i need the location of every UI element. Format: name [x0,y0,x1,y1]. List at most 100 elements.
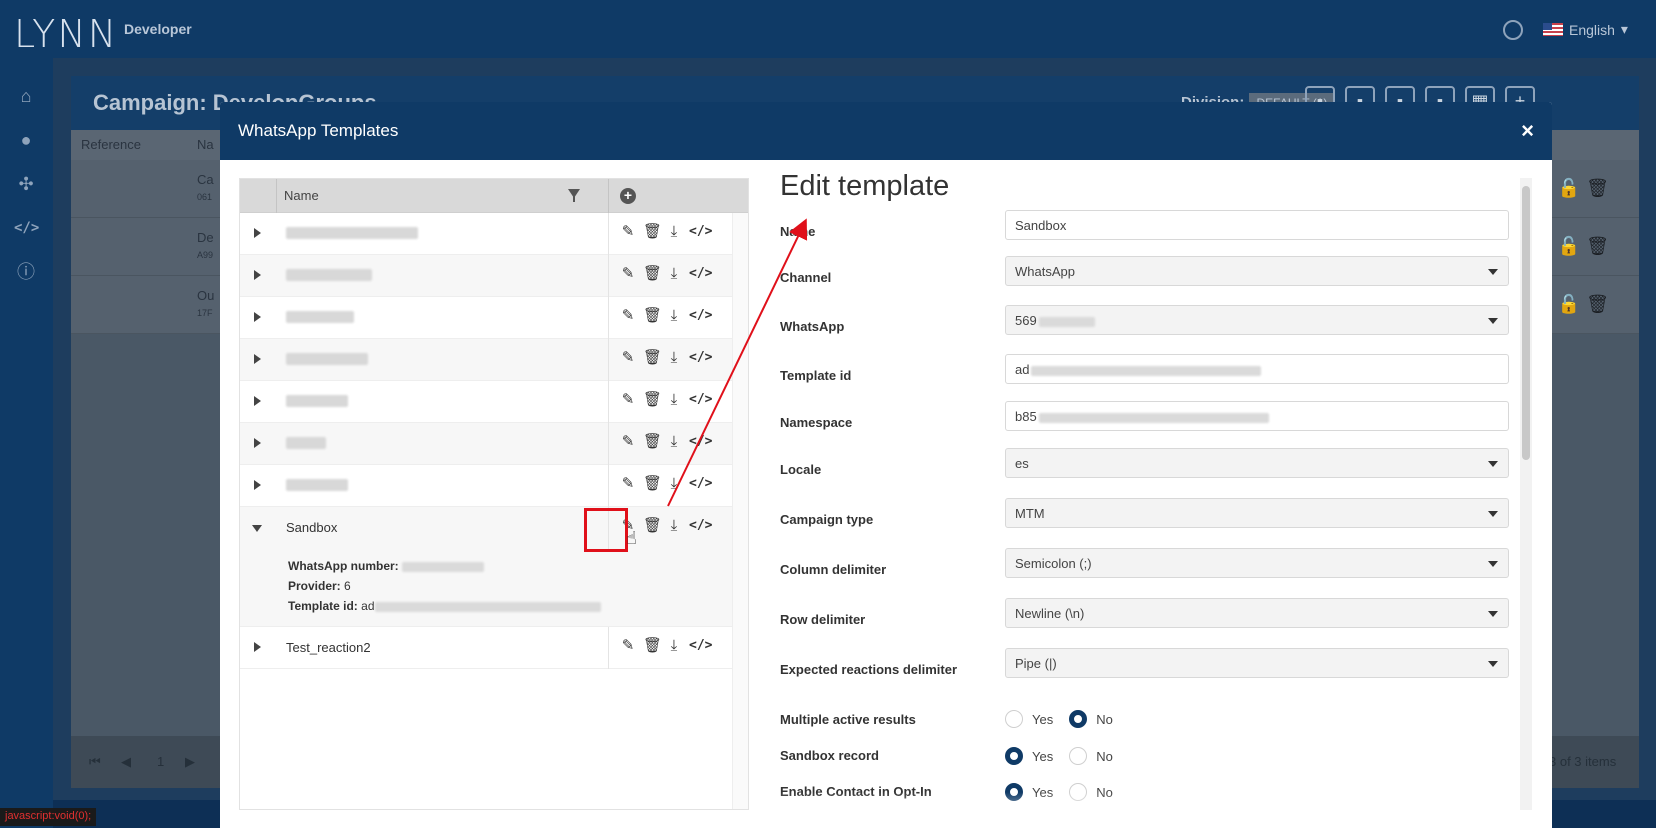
list-scrollbar[interactable] [732,213,748,809]
edit-icon[interactable]: ✎ [620,391,636,409]
form-title: Edit template [780,170,950,202]
close-icon[interactable]: × [1521,118,1534,144]
sandbox-yes-radio[interactable] [1005,747,1023,765]
download-icon[interactable]: ⤓ [666,475,682,493]
modal-header: WhatsApp Templates × [220,102,1552,160]
name-field[interactable]: Sandbox [1005,210,1509,240]
row-delimiter-select[interactable]: Newline (\n) [1005,598,1509,628]
code-icon[interactable]: </> [689,223,712,241]
download-icon[interactable]: ⤓ [666,307,682,325]
collapse-icon[interactable] [252,525,262,532]
reactions-delimiter-select[interactable]: Pipe (|) [1005,648,1509,678]
info-icon[interactable]: ⓘ [14,260,38,284]
edit-icon[interactable]: ✎ [620,307,636,325]
add-template-icon[interactable]: + [620,188,636,204]
delete-icon[interactable]: 🗑 [643,223,662,241]
namespace-label: Namespace [780,415,853,430]
list-item[interactable]: ✎ 🗑 ⤓ </> [240,381,732,423]
first-page-icon[interactable]: ⏮ [89,754,101,770]
namespace-field[interactable]: b85 [1005,401,1509,431]
channel-select[interactable]: WhatsApp [1005,256,1509,286]
download-icon[interactable]: ⤓ [666,637,682,655]
list-item[interactable]: ✎ 🗑 ⤓ </> [240,423,732,465]
code-icon[interactable]: </> [689,265,712,283]
detail-provider: Provider: 6 [288,579,351,593]
download-icon[interactable]: ⤓ [666,517,682,535]
next-page-icon[interactable]: ▶ [185,754,195,770]
chevron-down-icon: ▾ [1620,21,1628,37]
users-icon[interactable]: ● [14,128,38,152]
network-icon[interactable]: ✣ [14,172,38,196]
templates-modal: WhatsApp Templates × Name + ✎ 🗑 ⤓ </> ✎ 🗑 ⤓ </… [220,102,1552,828]
edit-icon[interactable]: ✎ [620,265,636,283]
list-item[interactable]: ✎ 🗑 ⤓ </> [240,213,732,255]
filter-icon[interactable] [568,189,580,202]
delete-icon[interactable]: 🗑 [643,517,662,535]
redacted-name [286,311,354,323]
code-icon[interactable]: </> [689,637,712,655]
delete-icon[interactable]: 🗑 [643,475,662,493]
delete-icon[interactable]: 🗑 [643,265,662,283]
multiple-results-label: Multiple active results [780,712,916,727]
expand-icon[interactable] [254,270,261,280]
reactions-delimiter-label: Expected reactions delimiter [780,662,958,677]
edit-icon[interactable]: ✎ [620,637,636,655]
download-icon[interactable]: ⤓ [666,433,682,451]
code-icon[interactable]: </> [14,216,39,240]
detail-whatsapp: WhatsApp number: [288,559,485,573]
multiple-yes-radio[interactable] [1005,710,1023,728]
locale-select[interactable]: es [1005,448,1509,478]
delete-icon[interactable]: 🗑 [643,307,662,325]
code-icon[interactable]: </> [689,517,712,535]
sandbox-no-radio[interactable] [1069,747,1088,765]
scrollbar-thumb[interactable] [1522,186,1530,460]
column-delimiter-select[interactable]: Semicolon (;) [1005,548,1509,578]
delete-icon[interactable]: 🗑 [643,637,662,655]
prev-page-icon[interactable]: ◀ [121,754,131,770]
code-icon[interactable]: </> [689,307,712,325]
list-item[interactable]: ✎ 🗑 ⤓ </> [240,297,732,339]
multiple-no-radio[interactable] [1069,710,1088,728]
expand-icon[interactable] [254,228,261,238]
form-scrollbar[interactable] [1520,178,1532,810]
lock-delete-icons: 🔓🗑 [1557,178,1615,198]
list-item[interactable]: ✎ 🗑 ⤓ </> [240,339,732,381]
list-item-expanded[interactable]: Sandbox ✎ 🗑 ⤓ </> [240,507,732,549]
language-selector[interactable]: English ▾ [1543,21,1628,38]
edit-icon[interactable]: ✎ [620,349,636,367]
download-icon[interactable]: ⤓ [666,391,682,409]
campaign-type-select[interactable]: MTM [1005,498,1509,528]
download-icon[interactable]: ⤓ [666,223,682,241]
expand-icon[interactable] [254,480,261,490]
delete-icon[interactable]: 🗑 [643,433,662,451]
redacted-name [286,269,372,281]
edit-icon[interactable]: ✎ [620,475,636,493]
multiple-results-radios: Yes No [1005,710,1129,728]
delete-icon[interactable]: 🗑 [643,391,662,409]
code-icon[interactable]: </> [689,433,712,451]
expand-icon[interactable] [254,642,261,652]
whatsapp-select[interactable]: 569 [1005,305,1509,335]
role-label: Developer [124,21,192,37]
column-delimiter-label: Column delimiter [780,562,887,577]
user-icon[interactable] [1503,20,1523,40]
list-item[interactable]: ✎ 🗑 ⤓ </> [240,465,732,507]
list-item[interactable]: ✎ 🗑 ⤓ </> [240,255,732,297]
download-icon[interactable]: ⤓ [666,349,682,367]
code-icon[interactable]: </> [689,349,712,367]
list-item[interactable]: Test_reaction2 ✎ 🗑 ⤓ </> [240,627,732,669]
expand-icon[interactable] [254,354,261,364]
expand-icon[interactable] [254,396,261,406]
templateid-field[interactable]: ad [1005,354,1509,384]
edit-icon[interactable]: ✎ [620,223,636,241]
code-icon[interactable]: </> [689,391,712,409]
delete-icon[interactable]: 🗑 [643,349,662,367]
download-icon[interactable]: ⤓ [666,265,682,283]
chevron-down-icon [1488,318,1498,324]
template-detail: WhatsApp number: Provider: 6 Template id… [240,549,732,627]
edit-icon[interactable]: ✎ [620,433,636,451]
home-icon[interactable]: ⌂ [14,84,38,108]
expand-icon[interactable] [254,438,261,448]
code-icon[interactable]: </> [689,475,712,493]
expand-icon[interactable] [254,312,261,322]
